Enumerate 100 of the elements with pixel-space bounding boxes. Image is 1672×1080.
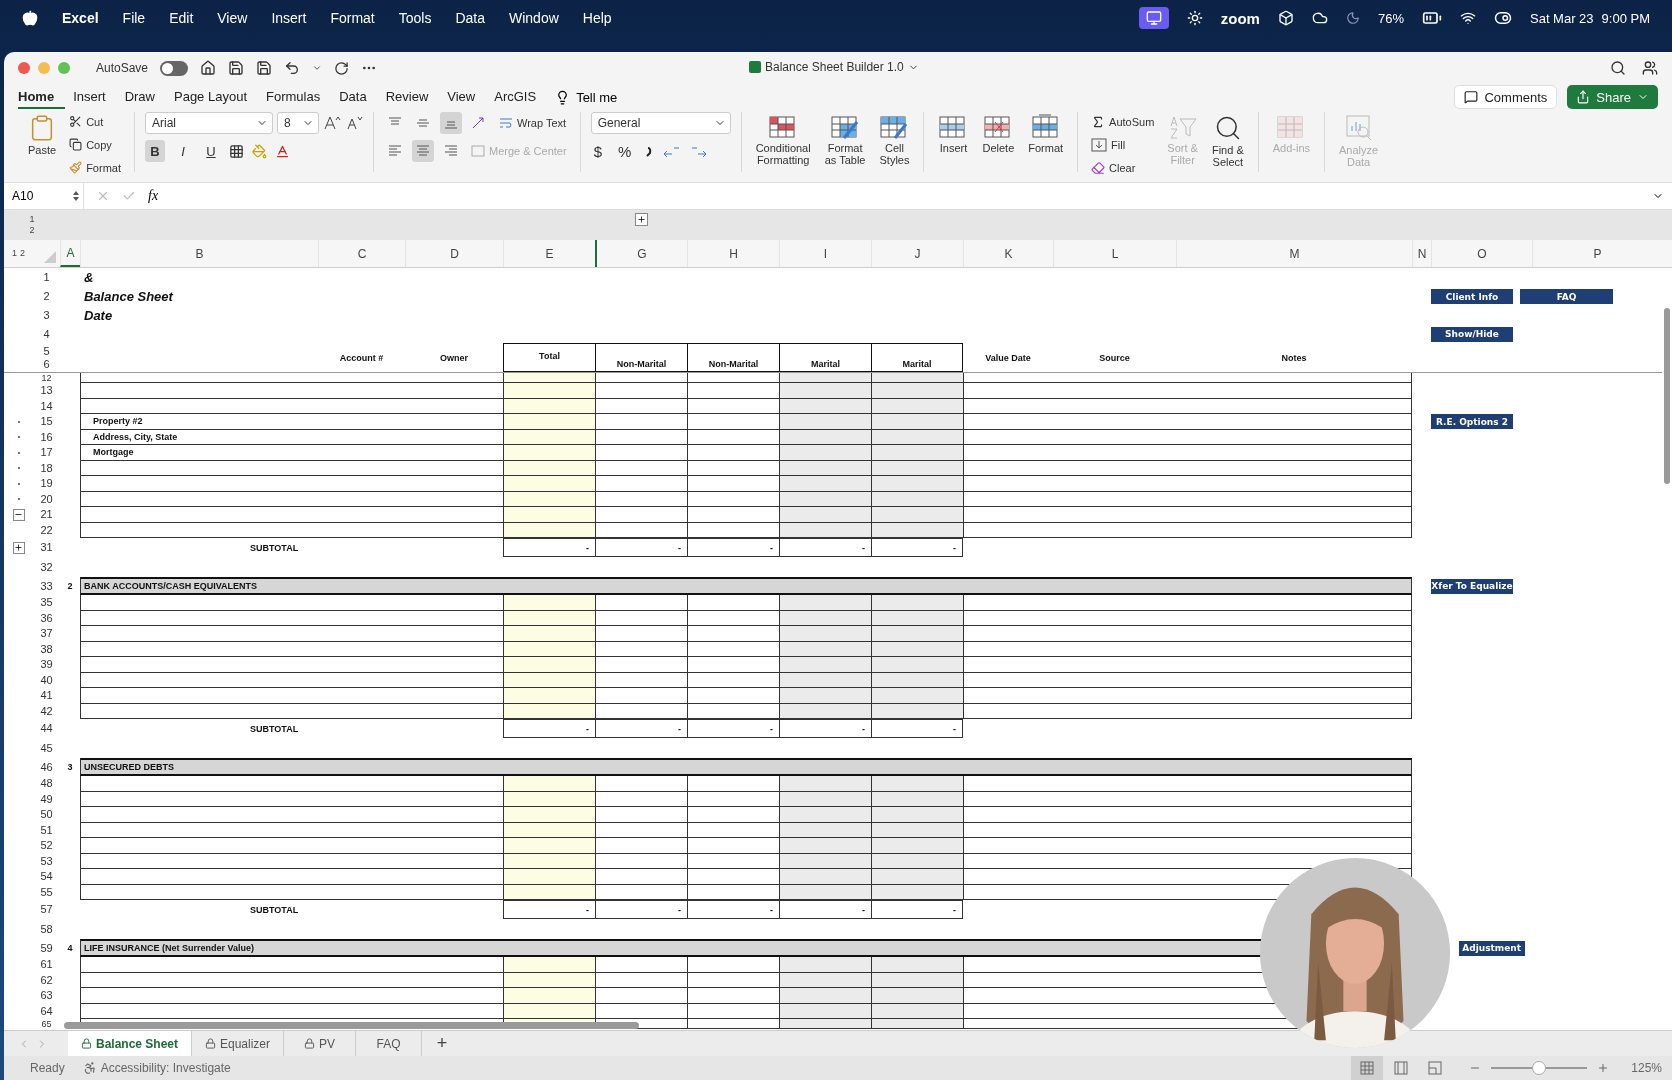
menu-item[interactable]: Edit [169, 10, 194, 26]
apple-icon[interactable] [22, 10, 38, 26]
outline-level-button[interactable]: 1 [12, 248, 17, 259]
ribbon-button[interactable]: Find & Select [1207, 112, 1248, 170]
menu-item[interactable]: Insert [271, 10, 307, 26]
sheet-button[interactable]: R.E. Options 2 [1431, 414, 1513, 430]
ribbon-tab[interactable]: View [447, 85, 487, 109]
increase-decimal-icon[interactable] [662, 144, 681, 158]
accessibility-button[interactable]: Accessibility: Investigate [82, 1061, 231, 1075]
ribbon-tab[interactable]: Draw [124, 85, 166, 109]
ribbon-tab[interactable]: Page Layout [174, 85, 258, 109]
sheet-tab[interactable]: Balance Sheet [68, 1031, 192, 1056]
comments-button[interactable]: Comments [1454, 85, 1558, 109]
column-header[interactable]: E [503, 240, 595, 267]
menu-item[interactable]: Format [330, 10, 375, 26]
share-button[interactable]: Share [1567, 85, 1658, 109]
wifi-icon[interactable] [1460, 10, 1476, 26]
people-icon[interactable] [1642, 60, 1658, 76]
ribbon-tab[interactable]: Formulas [266, 85, 332, 109]
ribbon-tab[interactable]: Data [339, 85, 378, 109]
sheet-button[interactable]: Show/Hide [1431, 326, 1513, 342]
outline-level-button[interactable]: 1 [29, 214, 35, 225]
menu-item[interactable]: Tools [398, 10, 432, 26]
clipboard-button[interactable]: Copy [66, 135, 124, 154]
ribbon-tab[interactable]: Review [385, 85, 440, 109]
ribbon-button[interactable]: Format [1024, 112, 1068, 156]
column-header[interactable]: N [1412, 240, 1431, 267]
ribbon-button[interactable]: Format as Table [820, 112, 870, 168]
sheet-button[interactable]: Xfer To Equalize [1431, 578, 1513, 594]
menu-item[interactable]: Excel [62, 10, 99, 26]
align-button[interactable] [440, 112, 462, 134]
percent-button[interactable]: % [615, 140, 635, 162]
insert-function-button[interactable]: fx [148, 188, 159, 204]
column-header[interactable]: L [1053, 240, 1176, 267]
fill-color-icon[interactable] [252, 143, 267, 159]
status-label[interactable]: zoom [1220, 9, 1260, 27]
redo-icon[interactable] [334, 60, 350, 76]
caret-icon[interactable] [312, 63, 323, 73]
search-icon[interactable] [1610, 60, 1626, 76]
autosave-toggle[interactable] [160, 60, 189, 76]
box-icon[interactable] [1277, 10, 1294, 26]
font-color-icon[interactable] [275, 143, 290, 159]
collapse-button[interactable] [12, 508, 25, 521]
number-format-field[interactable]: General [590, 112, 731, 134]
font-style-button[interactable]: U [201, 140, 221, 162]
column-header[interactable]: H [687, 240, 779, 267]
column-header[interactable]: J [871, 240, 963, 267]
column-header[interactable]: C [318, 240, 405, 267]
currency-button[interactable]: $ [590, 140, 605, 162]
column-header[interactable]: M [1176, 240, 1412, 267]
ribbon-tab[interactable]: ArcGIS [494, 85, 548, 109]
save-as-icon[interactable] [256, 60, 273, 76]
wrap-text-button[interactable]: Wrap Text [496, 112, 570, 134]
tell-me-field[interactable]: Tell me [576, 89, 618, 105]
outline-level-button[interactable]: 2 [29, 225, 35, 236]
zoom-button[interactable] [58, 62, 70, 74]
clipboard-button[interactable]: Cut [66, 112, 124, 131]
column-header[interactable]: B [80, 240, 318, 267]
menu-item[interactable]: Data [455, 10, 485, 26]
name-box[interactable]: A10 [4, 183, 84, 209]
home-icon[interactable] [200, 60, 217, 76]
column-header[interactable]: P [1532, 240, 1662, 267]
close-button[interactable] [18, 62, 30, 74]
save-icon[interactable] [228, 60, 245, 76]
ribbon-tab[interactable]: Insert [73, 85, 117, 109]
view-button[interactable] [1351, 1056, 1384, 1080]
zoom-in-icon[interactable] [1597, 1062, 1610, 1074]
menu-item[interactable]: Window [509, 10, 559, 26]
font-style-button[interactable]: B [145, 140, 165, 162]
scrollbar-thumb[interactable] [64, 1022, 639, 1029]
menu-item[interactable]: View [217, 10, 248, 26]
editing-button[interactable]: AutoSum [1088, 112, 1158, 131]
borders-icon[interactable] [229, 143, 244, 159]
decrease-decimal-icon[interactable] [690, 144, 709, 158]
menu-date[interactable]: Sat Mar 23 [1530, 10, 1594, 26]
ribbon-tab[interactable]: Home [18, 85, 66, 109]
add-sheet-button[interactable]: + [422, 1031, 462, 1056]
column-header[interactable]: I [779, 240, 871, 267]
clipboard-button[interactable]: Format [66, 158, 124, 177]
paste-button[interactable]: Paste [24, 112, 61, 158]
menu-item[interactable]: File [122, 10, 146, 26]
expand-button[interactable] [634, 213, 648, 226]
column-header[interactable]: K [963, 240, 1053, 267]
comma-style-icon[interactable] [644, 144, 653, 158]
column-header[interactable]: D [405, 240, 503, 267]
shrink-font-icon[interactable] [345, 115, 363, 131]
menu-time[interactable]: 9:00 PM [1601, 10, 1650, 26]
column-header[interactable]: O [1431, 240, 1532, 267]
menu-item[interactable]: Help [582, 10, 612, 26]
align-button[interactable] [412, 140, 434, 162]
ribbon-button[interactable]: Delete [978, 112, 1019, 156]
sheet-button[interactable]: Client Info [1431, 289, 1513, 304]
screen-share-icon[interactable] [1138, 7, 1169, 29]
ribbon-button[interactable]: Conditional Formatting [751, 112, 815, 168]
outline-level-button[interactable]: 2 [20, 248, 25, 259]
font-name-field[interactable]: Arial [145, 112, 273, 134]
font-size-field[interactable]: 8 [277, 112, 319, 134]
moon-icon[interactable] [1345, 11, 1360, 25]
undo-icon[interactable] [284, 60, 301, 76]
scrollbar-thumb[interactable] [1664, 308, 1670, 484]
